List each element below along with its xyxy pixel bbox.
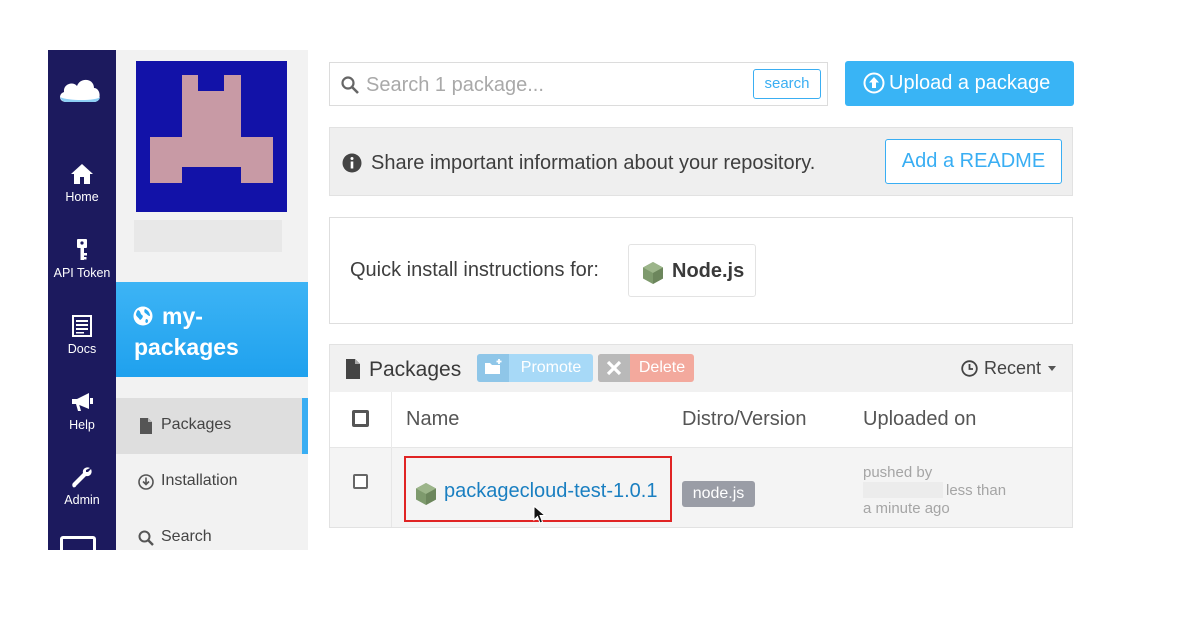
- file-icon: [140, 418, 152, 434]
- readme-message: Share important information about your r…: [371, 152, 816, 174]
- packages-header: Packages Promote Delete Recent: [330, 345, 1072, 392]
- mouse-cursor-icon: [533, 505, 547, 524]
- nav-docs-label: Docs: [67, 342, 97, 356]
- select-all-cell: [330, 392, 392, 448]
- nodejs-hexagon-icon: [416, 483, 436, 505]
- uploaded-time-part2: a minute ago: [863, 500, 950, 517]
- packages-panel: Packages Promote Delete Recent Name Dist…: [329, 344, 1073, 528]
- upload-icon: [863, 72, 885, 94]
- uploaded-time-part1: less than: [946, 482, 1007, 499]
- close-icon: [598, 354, 630, 382]
- uploaded-pushed-by: pushed by: [863, 464, 933, 481]
- add-readme-button[interactable]: Add a README: [885, 139, 1062, 184]
- table-header-row: Name Distro/Version Uploaded on: [330, 392, 1072, 448]
- file-icon: [346, 359, 360, 379]
- home-icon: [71, 164, 93, 184]
- sidebar-item-label: Search: [161, 528, 212, 545]
- column-header-name[interactable]: Name: [406, 408, 459, 431]
- nodejs-hexagon-icon: [643, 262, 663, 284]
- sort-label: Recent: [984, 358, 1042, 378]
- sidebar-item-installation[interactable]: Installation: [116, 454, 308, 510]
- megaphone-icon: [72, 393, 93, 411]
- row-checkbox-cell: [330, 448, 392, 527]
- delete-button[interactable]: Delete: [598, 354, 694, 382]
- search-icon: [341, 76, 359, 94]
- sidebar-item-label: Packages: [161, 416, 232, 433]
- folder-promote-icon: [477, 354, 509, 382]
- column-header-distro[interactable]: Distro/Version: [682, 408, 807, 431]
- nav-docs[interactable]: Docs: [48, 314, 116, 356]
- nav-help[interactable]: Help: [48, 390, 116, 432]
- nodejs-label: Node.js: [672, 260, 745, 282]
- package-name[interactable]: packagecloud-test-1.0.1: [444, 480, 657, 503]
- repo-sidebar: my-packages Packages Installation Search: [116, 50, 308, 550]
- cloud-logo-icon[interactable]: [56, 72, 102, 108]
- upload-label: Upload a package: [889, 72, 1051, 94]
- wrench-icon: [72, 467, 92, 488]
- quick-install-panel: Quick install instructions for: Node.js: [329, 217, 1073, 324]
- delete-label: Delete: [638, 359, 686, 376]
- readme-notice: Share important information about your r…: [329, 127, 1073, 196]
- row-checkbox[interactable]: [353, 474, 368, 489]
- table-row: packagecloud-test-1.0.1 node.js pushed b…: [330, 448, 1072, 527]
- distro-badge: node.js: [682, 481, 755, 507]
- nodejs-install-button[interactable]: Node.js: [628, 244, 756, 297]
- packages-title: Packages: [369, 358, 462, 381]
- redacted-username: [134, 220, 282, 252]
- repo-banner[interactable]: my-packages: [116, 282, 308, 377]
- clock-icon: [961, 360, 978, 377]
- repo-avatar: [136, 61, 287, 212]
- search-button[interactable]: search: [753, 69, 821, 99]
- select-all-checkbox[interactable]: [352, 410, 369, 427]
- nav-api-token-label: API Token: [53, 266, 111, 280]
- nav-admin-label: Admin: [64, 493, 100, 507]
- nav-admin[interactable]: Admin: [48, 465, 116, 507]
- sidebar-item-packages[interactable]: Packages: [116, 398, 308, 454]
- package-search: search: [329, 62, 828, 106]
- promote-button[interactable]: Promote: [477, 354, 593, 382]
- key-icon: [77, 239, 87, 260]
- upload-package-button[interactable]: Upload a package: [845, 61, 1074, 106]
- search-icon: [138, 530, 154, 546]
- column-header-uploaded[interactable]: Uploaded on: [863, 408, 976, 431]
- quick-install-label: Quick install instructions for:: [350, 259, 599, 281]
- sidebar-item-label: Installation: [161, 472, 238, 489]
- redacted-user: [863, 482, 943, 498]
- search-input[interactable]: [366, 71, 746, 99]
- terminal-icon[interactable]: [60, 536, 96, 550]
- info-icon: [342, 153, 362, 173]
- nav-api-token[interactable]: API Token: [48, 238, 116, 280]
- nav-home[interactable]: Home: [48, 162, 116, 204]
- download-icon: [138, 474, 154, 490]
- nav-help-label: Help: [69, 418, 95, 432]
- main-navbar: Home API Token Docs Help Admin: [48, 50, 116, 550]
- chevron-down-icon: [1048, 366, 1056, 371]
- sidebar-item-search[interactable]: Search: [116, 510, 308, 566]
- nav-home-label: Home: [65, 190, 99, 204]
- repo-name: my-packages: [134, 303, 239, 360]
- docs-icon: [72, 315, 92, 337]
- promote-label: Promote: [520, 359, 582, 376]
